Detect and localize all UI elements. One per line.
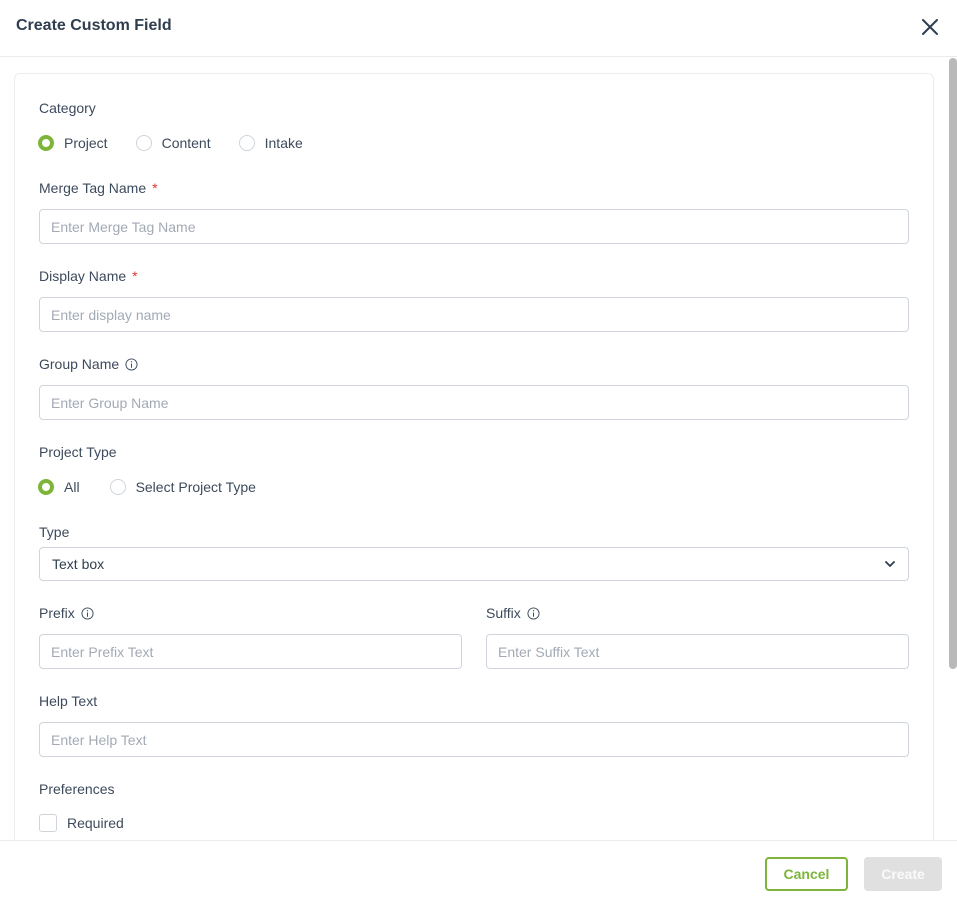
close-icon[interactable] [919, 16, 941, 38]
category-radio-group: Project Content Intake [38, 135, 303, 151]
radio-unselected-icon [238, 135, 255, 151]
display-name-label: Display Name * [39, 268, 138, 284]
project-type-option-select[interactable]: Select Project Type [109, 479, 256, 495]
category-option-intake[interactable]: Intake [238, 135, 303, 151]
category-label-text: Category [39, 100, 96, 116]
dialog-header: Create Custom Field [0, 0, 957, 57]
required-checkbox-row[interactable]: Required [39, 814, 124, 832]
radio-selected-icon [38, 135, 54, 151]
label-text: Group Name [39, 356, 120, 372]
label-text: Type [39, 524, 70, 540]
project-type-label: Project Type [39, 444, 117, 460]
type-select[interactable]: Text box [39, 547, 909, 581]
info-icon[interactable] [125, 357, 138, 371]
radio-label: Project [64, 135, 108, 151]
radio-label: Content [161, 135, 211, 151]
dialog-title: Create Custom Field [16, 17, 172, 34]
category-label: Category [39, 100, 96, 116]
radio-label: Intake [264, 135, 303, 151]
label-text: Project Type [39, 444, 117, 460]
radio-selected-icon [38, 479, 54, 495]
label-text: Suffix [486, 605, 521, 621]
label-text: Display Name [39, 268, 127, 284]
chevron-down-icon [885, 561, 895, 567]
label-text: Merge Tag Name [39, 180, 147, 196]
required-asterisk: * [152, 180, 158, 196]
label-text: Prefix [39, 605, 75, 621]
type-label: Type [39, 524, 69, 540]
required-asterisk: * [132, 268, 138, 284]
help-text-input[interactable] [39, 722, 909, 757]
group-name-label: Group Name [39, 356, 138, 372]
suffix-label: Suffix [486, 605, 540, 621]
category-option-content[interactable]: Content [135, 135, 211, 151]
project-type-radio-group: All Select Project Type [38, 479, 256, 495]
checkbox-label: Required [67, 815, 124, 831]
info-icon[interactable] [527, 606, 540, 620]
radio-label: Select Project Type [135, 479, 256, 495]
scrollbar-thumb[interactable] [949, 58, 957, 669]
prefix-input[interactable] [39, 634, 462, 669]
category-option-project[interactable]: Project [38, 135, 108, 151]
display-name-input[interactable] [39, 297, 909, 332]
radio-unselected-icon [135, 135, 152, 151]
dialog-body: Category Project Content Intake Merge Ta… [0, 57, 957, 840]
preferences-label: Preferences [39, 781, 114, 797]
type-select-value: Text box [52, 556, 105, 572]
radio-label: All [64, 479, 80, 495]
radio-unselected-icon [109, 479, 126, 495]
suffix-input[interactable] [486, 634, 909, 669]
merge-tag-name-input[interactable] [39, 209, 909, 244]
dialog-footer: Cancel Create [0, 840, 957, 906]
info-icon[interactable] [81, 606, 94, 620]
label-text: Help Text [39, 693, 98, 709]
group-name-input[interactable] [39, 385, 909, 420]
create-button[interactable]: Create [864, 857, 942, 891]
prefix-label: Prefix [39, 605, 94, 621]
help-text-label: Help Text [39, 693, 97, 709]
merge-tag-name-label: Merge Tag Name * [39, 180, 158, 196]
required-checkbox[interactable] [39, 814, 57, 832]
project-type-option-all[interactable]: All [38, 479, 80, 495]
cancel-button[interactable]: Cancel [765, 857, 848, 891]
label-text: Preferences [39, 781, 115, 797]
